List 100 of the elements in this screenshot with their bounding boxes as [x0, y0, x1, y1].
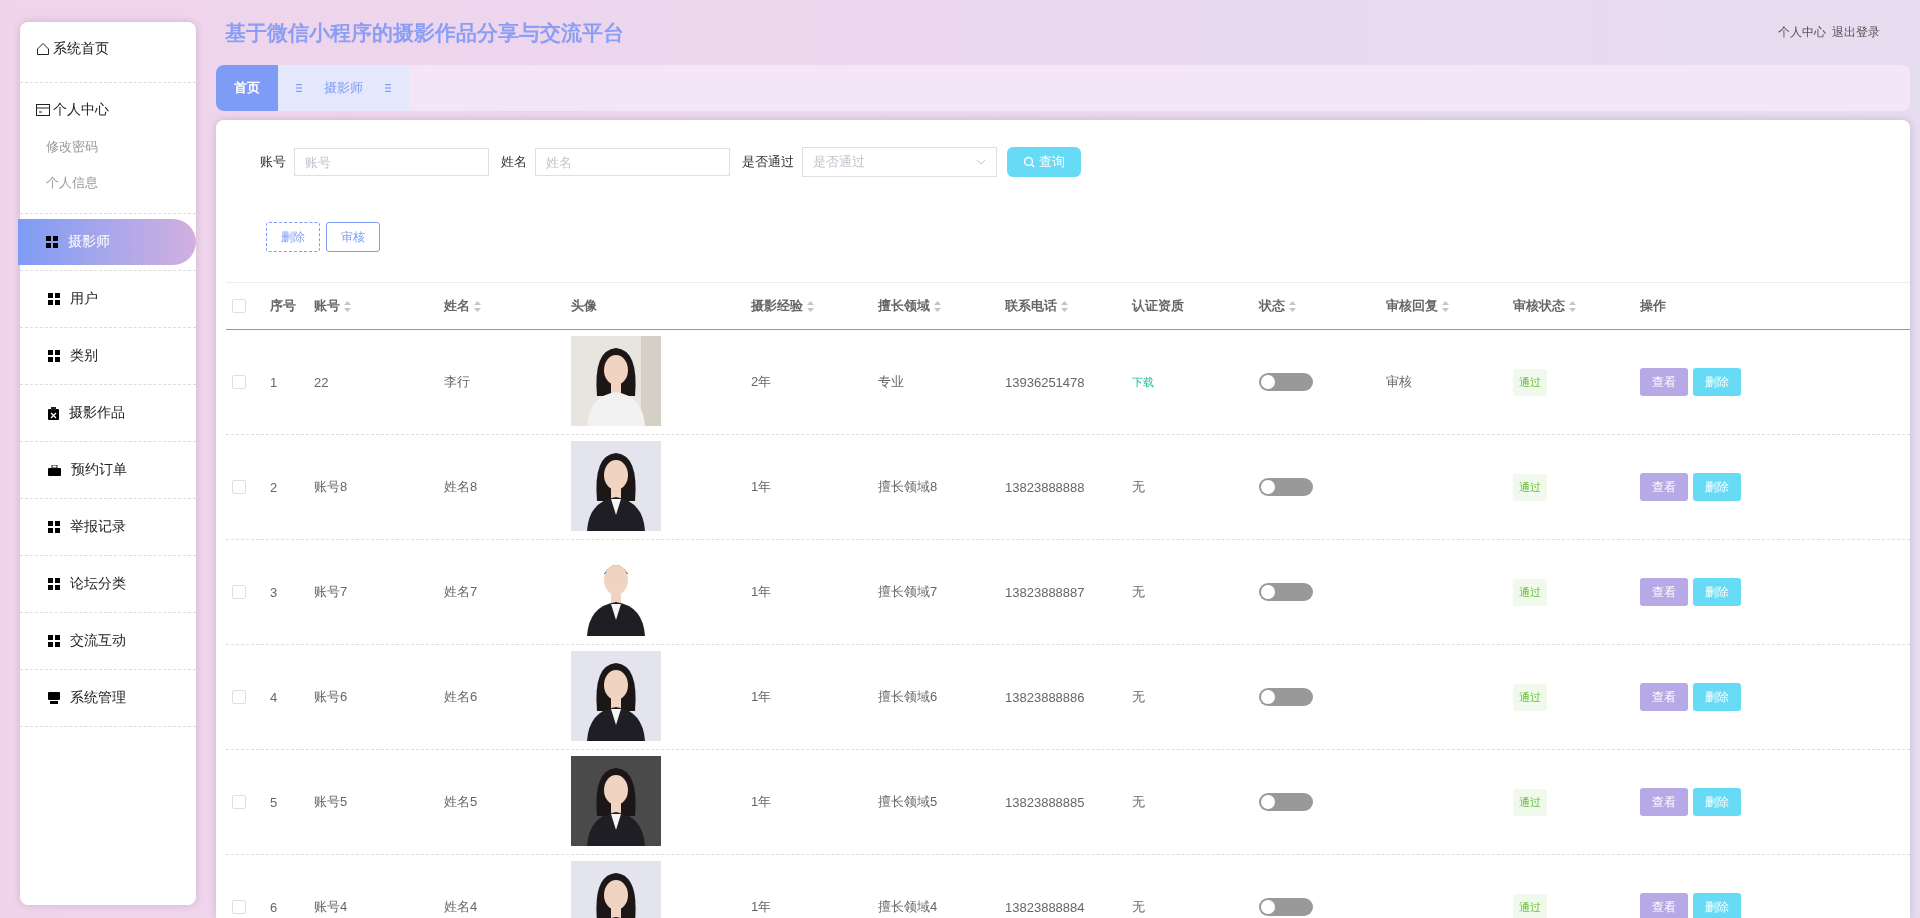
sort-icon[interactable]	[1289, 300, 1296, 312]
view-button[interactable]: 查看	[1640, 578, 1688, 606]
sort-icon[interactable]	[1569, 300, 1576, 312]
grid-icon	[48, 293, 60, 305]
sidebar-item[interactable]: 类别	[20, 333, 98, 379]
table-cell-text: 擅长领域5	[878, 793, 939, 811]
toggle-switch[interactable]	[1259, 583, 1313, 601]
checkbox[interactable]	[232, 795, 246, 809]
sidebar-item[interactable]: 系统管理	[20, 675, 126, 721]
sidebar-item[interactable]: 举报记录	[20, 504, 126, 550]
sidebar-item[interactable]: 论坛分类	[20, 561, 126, 607]
sidebar-item[interactable]: 个人中心	[20, 83, 196, 121]
table-cell-text: 无	[1132, 793, 1146, 811]
toggle-switch[interactable]	[1259, 478, 1313, 496]
download-link[interactable]: 下载	[1132, 376, 1154, 388]
select-field[interactable]: 是否通过	[802, 147, 997, 177]
toggle-switch[interactable]	[1259, 793, 1313, 811]
column-header[interactable]: 姓名	[444, 297, 481, 315]
sort-icon[interactable]	[474, 300, 481, 312]
sidebar-item[interactable]: 用户	[20, 276, 98, 322]
grid-icon	[46, 236, 58, 248]
table-cell-text: 1年	[751, 688, 773, 706]
column-header[interactable]: 审核状态	[1513, 297, 1576, 315]
delete-button[interactable]: 删除	[1693, 788, 1741, 816]
sidebar-item[interactable]: 摄影作品	[20, 390, 125, 436]
view-button[interactable]: 查看	[1640, 473, 1688, 501]
table-cell-text: 5	[270, 794, 279, 810]
delete-button[interactable]: 删除	[1693, 578, 1741, 606]
delete-button[interactable]: 删除	[1693, 893, 1741, 918]
status-tag: 通过	[1513, 368, 1547, 396]
filter-label: 账号	[260, 153, 286, 171]
toggle-switch[interactable]	[1259, 898, 1313, 916]
toggle-switch[interactable]	[1259, 688, 1313, 706]
sort-icon[interactable]	[1442, 300, 1449, 312]
table-cell-text: 姓名6	[444, 688, 479, 706]
input-field[interactable]: 账号	[294, 148, 489, 176]
status-tag: 通过	[1513, 893, 1547, 918]
table-cell-text: 13823888885	[1005, 794, 1086, 810]
action-button[interactable]: 删除	[266, 222, 320, 252]
search-button[interactable]: 查询	[1007, 147, 1081, 177]
table-cell-text: 姓名5	[444, 793, 479, 811]
table-cell-text: 1	[270, 374, 279, 390]
column-header[interactable]: 账号	[314, 297, 351, 315]
column-header[interactable]: 审核回复	[1386, 297, 1449, 315]
table-cell-text: 13823888888	[1005, 479, 1086, 495]
input-field[interactable]: 姓名	[535, 148, 730, 176]
toggle-switch[interactable]	[1259, 373, 1313, 391]
delete-button[interactable]: 删除	[1693, 683, 1741, 711]
checkbox[interactable]	[232, 480, 246, 494]
menu-icon	[296, 84, 302, 92]
column-header: 操作	[1640, 297, 1666, 315]
sidebar-item[interactable]: 摄影师	[18, 219, 196, 265]
column-header[interactable]: 摄影经验	[751, 297, 814, 315]
column-header[interactable]: 擅长领域	[878, 297, 941, 315]
home-icon	[36, 42, 50, 56]
view-button[interactable]: 查看	[1640, 788, 1688, 816]
view-button[interactable]: 查看	[1640, 368, 1688, 396]
table-cell-text: 擅长领域7	[878, 583, 939, 601]
checkbox[interactable]	[232, 375, 246, 389]
table-cell-text: 账号5	[314, 793, 349, 811]
tab[interactable]: 首页	[216, 65, 278, 111]
table-cell-text: 姓名4	[444, 898, 479, 916]
sort-icon[interactable]	[344, 300, 351, 312]
sidebar-item[interactable]: 预约订单	[20, 447, 127, 493]
filter-label: 是否通过	[742, 153, 794, 171]
sidebar-subitem[interactable]: 个人信息	[20, 165, 196, 201]
table-cell-text: 22	[314, 374, 330, 390]
table-cell-text: 4	[270, 689, 279, 705]
column-header: 认证资质	[1132, 297, 1184, 315]
column-header[interactable]: 状态	[1259, 297, 1296, 315]
sidebar-subitem[interactable]: 修改密码	[20, 129, 196, 165]
table-cell-text: 账号7	[314, 583, 349, 601]
status-tag: 通过	[1513, 788, 1547, 816]
table-cell-text: 李行	[444, 373, 471, 391]
sidebar-item[interactable]: 系统首页	[20, 22, 196, 60]
column-header[interactable]: 联系电话	[1005, 297, 1068, 315]
sidebar-item[interactable]: 交流互动	[20, 618, 126, 664]
view-button[interactable]: 查看	[1640, 683, 1688, 711]
header-link[interactable]: 退出登录	[1832, 24, 1880, 41]
table-cell-text: 姓名7	[444, 583, 479, 601]
header-link[interactable]: 个人中心	[1778, 24, 1826, 41]
checkbox[interactable]	[232, 585, 246, 599]
sort-icon[interactable]	[934, 300, 941, 312]
checkbox[interactable]	[232, 900, 246, 914]
column-header: 序号	[270, 297, 296, 315]
sort-icon[interactable]	[807, 300, 814, 312]
tab[interactable]: 摄影师	[278, 65, 409, 111]
table-cell-text: 擅长领域6	[878, 688, 939, 706]
menu-icon	[385, 84, 391, 92]
delete-button[interactable]: 删除	[1693, 473, 1741, 501]
action-button[interactable]: 审核	[326, 222, 380, 252]
checkbox[interactable]	[232, 690, 246, 704]
view-button[interactable]: 查看	[1640, 893, 1688, 918]
table-cell-text: 2	[270, 479, 279, 495]
grid-icon	[48, 635, 60, 647]
delete-button[interactable]: 删除	[1693, 368, 1741, 396]
checkbox[interactable]	[232, 299, 246, 313]
table-cell-text: 账号8	[314, 478, 349, 496]
sort-icon[interactable]	[1061, 300, 1068, 312]
table-cell-text: 账号4	[314, 898, 349, 916]
